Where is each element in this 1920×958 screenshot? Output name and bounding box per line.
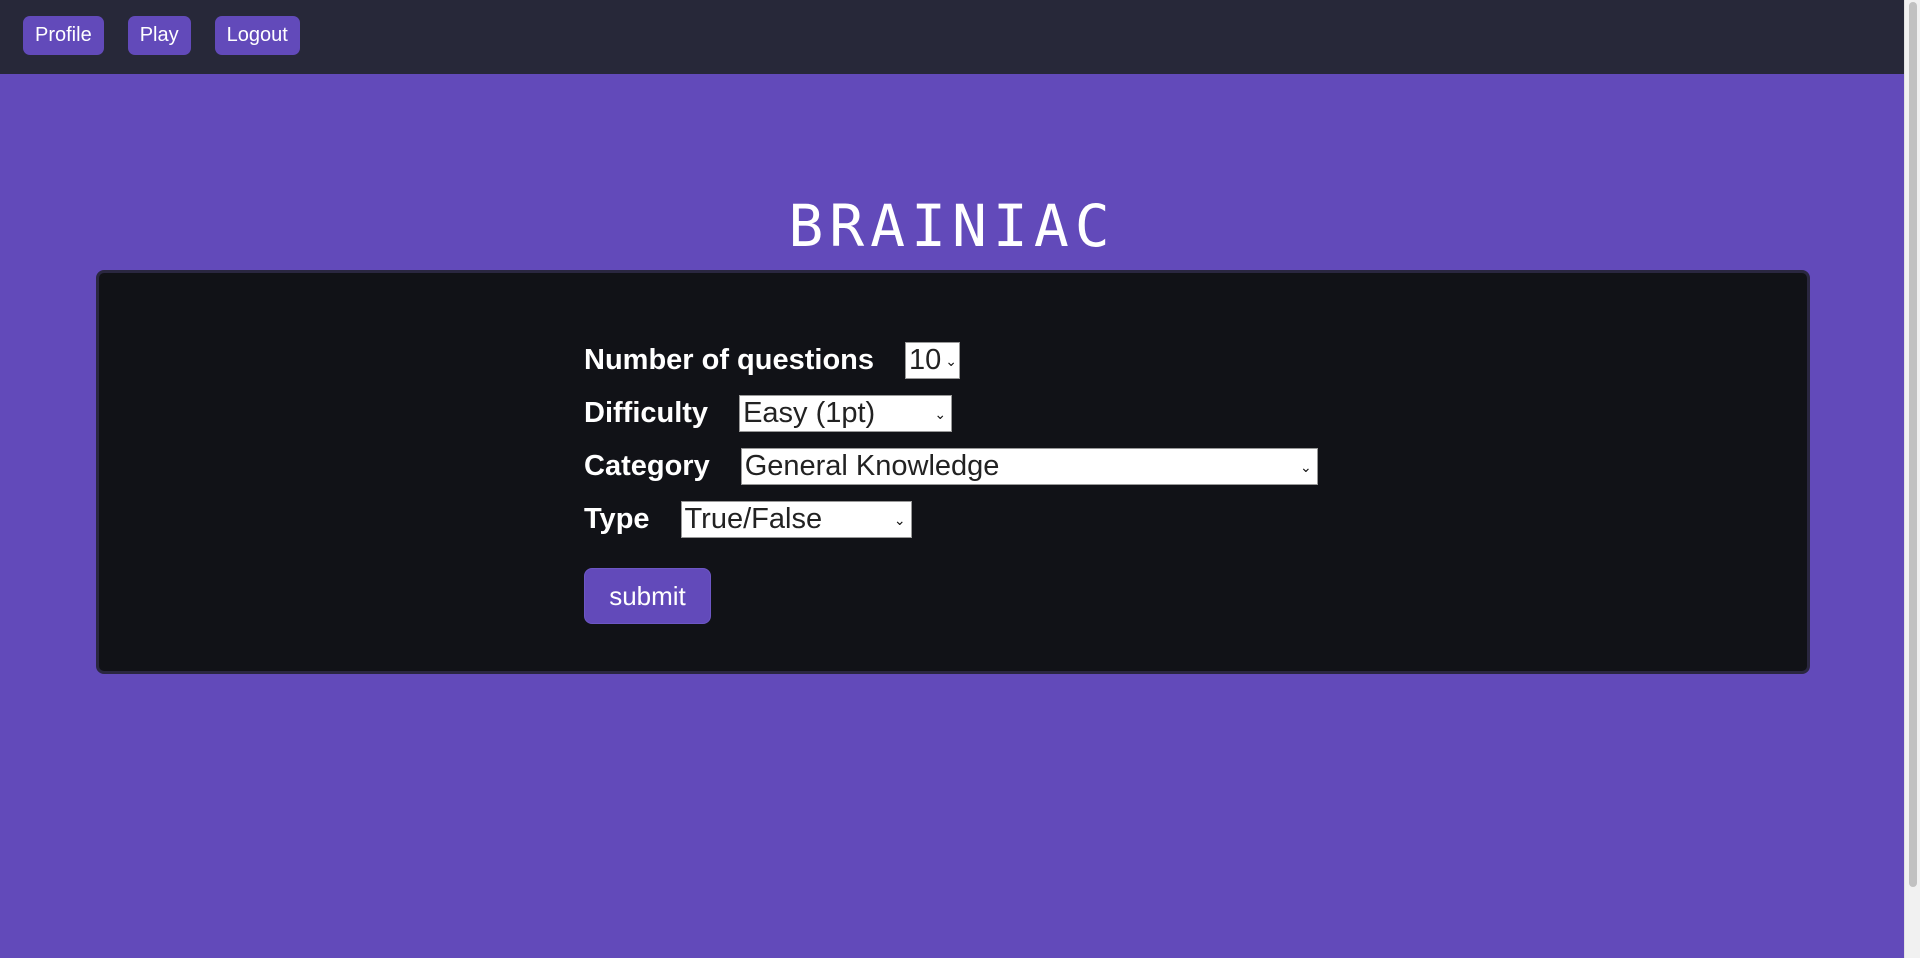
questions-select[interactable]: 10 ⌄ [905,342,961,379]
logout-button[interactable]: Logout [214,15,300,55]
submit-button[interactable]: submit [584,568,711,624]
quiz-settings-form: Number of questions 10 ⌄ Difficulty Easy… [584,342,1318,624]
difficulty-select[interactable]: Easy (1pt) ⌄ [739,395,953,432]
category-row: Category General Knowledge ⌄ [584,448,1318,485]
type-label: Type [584,503,650,535]
questions-row: Number of questions 10 ⌄ [584,342,1318,379]
category-label: Category [584,450,710,482]
difficulty-label: Difficulty [584,397,709,429]
profile-button[interactable]: Profile [23,15,104,55]
difficulty-select-value: Easy (1pt) [743,397,876,429]
questions-select-value: 10 [909,344,942,376]
chevron-down-icon: ⌄ [945,352,958,369]
category-select[interactable]: General Knowledge ⌄ [740,448,1318,485]
scrollbar-thumb[interactable] [1909,2,1917,887]
type-select-value: True/False [684,503,823,535]
chevron-down-icon: ⌄ [1299,458,1312,475]
page-scrollbar[interactable] [1904,0,1920,958]
type-row: Type True/False ⌄ [584,501,1318,538]
chevron-down-icon: ⌄ [934,405,947,422]
app-title: BRAINIAC [788,192,1116,260]
questions-label: Number of questions [584,344,875,376]
play-button[interactable]: Play [127,15,191,55]
category-select-value: General Knowledge [744,450,1000,482]
chevron-down-icon: ⌄ [893,511,906,528]
top-nav-bar: Profile Play Logout [0,0,1904,74]
type-select[interactable]: True/False ⌄ [680,501,912,538]
difficulty-row: Difficulty Easy (1pt) ⌄ [584,395,1318,432]
